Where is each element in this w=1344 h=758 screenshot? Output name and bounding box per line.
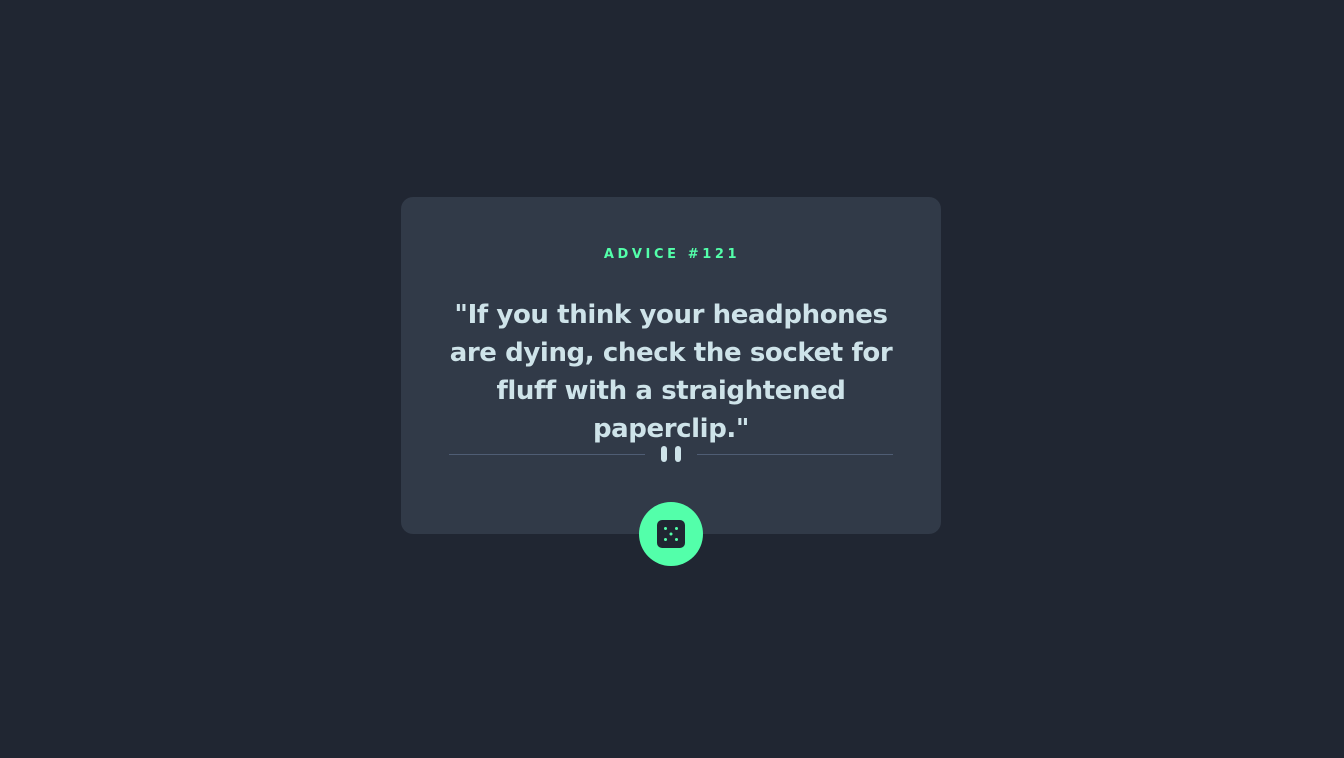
dice-icon	[657, 520, 685, 548]
divider-line-right	[697, 454, 893, 455]
pause-icon	[661, 446, 681, 462]
divider-line-left	[449, 454, 645, 455]
advice-label: ADVICE	[603, 247, 680, 262]
new-advice-button[interactable]	[639, 502, 703, 566]
advice-heading: ADVICE #121	[0, 247, 1344, 263]
advice-quote: "If you think your headphones are dying,…	[449, 300, 893, 444]
advice-number: #121	[687, 247, 741, 262]
page: ADVICE #121 "If you think your headphone…	[0, 0, 1344, 758]
